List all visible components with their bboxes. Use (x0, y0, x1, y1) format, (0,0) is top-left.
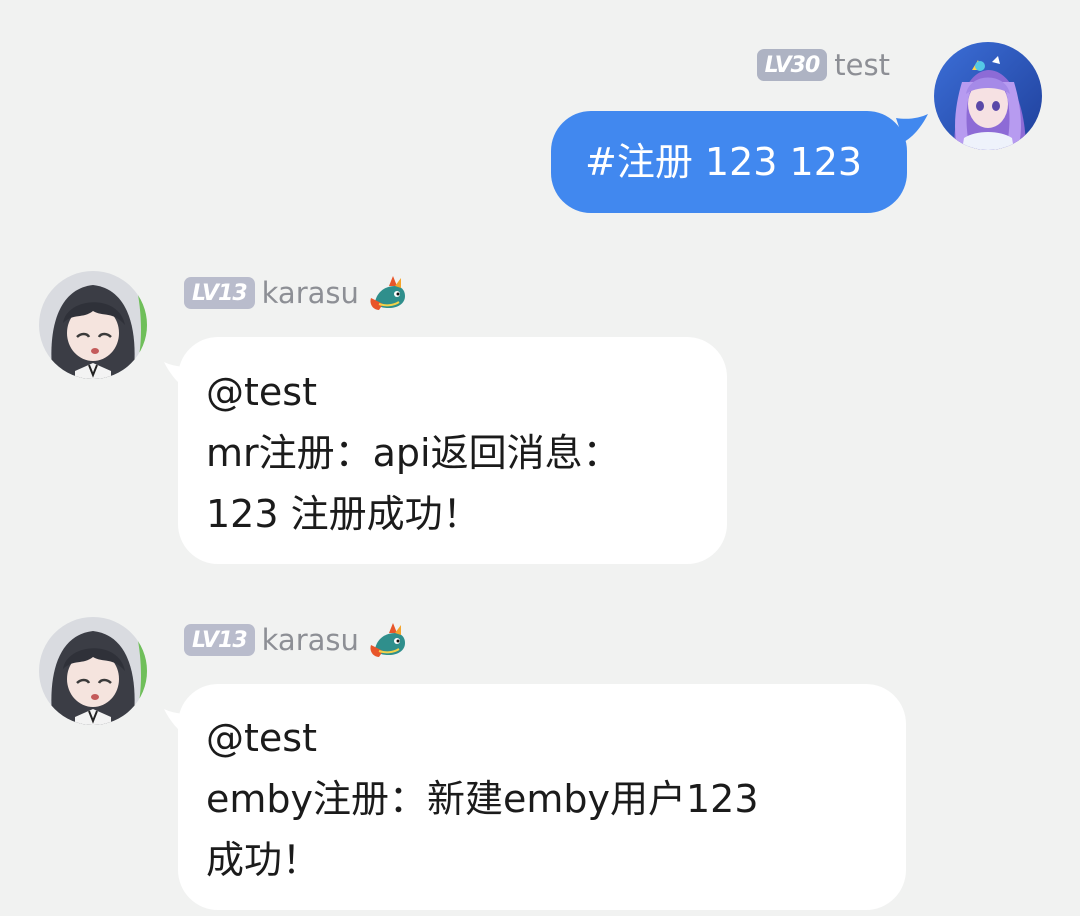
message-line: emby注册：新建emby用户123 (206, 777, 759, 821)
avatar-karasu[interactable] (39, 617, 147, 725)
avatar-karasu[interactable] (39, 271, 147, 379)
message-text: #注册 123 123 (585, 140, 863, 184)
message-1-header: LV30 test (756, 47, 890, 83)
sender-name[interactable]: karasu (262, 623, 359, 657)
outgoing-message-bubble[interactable]: #注册 123 123 (551, 111, 907, 213)
message-3-header: LV13 karasu (184, 622, 409, 658)
incoming-message-bubble[interactable]: @test emby注册：新建emby用户123 成功！ (178, 684, 906, 910)
bubble-tail (164, 709, 196, 737)
message-line: 成功！ (206, 838, 321, 882)
sender-name[interactable]: test (834, 48, 890, 82)
bubble-tail (896, 114, 928, 142)
message-line: @test (206, 716, 317, 760)
message-line: @test (206, 370, 317, 414)
sender-name[interactable]: karasu (262, 276, 359, 310)
message-line: 123 注册成功！ (206, 492, 481, 536)
incoming-message-bubble[interactable]: @test mr注册：api返回消息： 123 注册成功！ (178, 337, 727, 564)
dragon-icon (370, 623, 405, 657)
level-badge: LV13 (184, 277, 255, 309)
level-badge: LV13 (184, 624, 255, 656)
message-line: mr注册：api返回消息： (206, 431, 621, 475)
bubble-tail (164, 362, 196, 390)
avatar-test[interactable] (934, 42, 1042, 150)
dragon-icon (370, 276, 405, 310)
message-2-header: LV13 karasu (184, 275, 409, 311)
level-badge: LV30 (756, 49, 828, 81)
